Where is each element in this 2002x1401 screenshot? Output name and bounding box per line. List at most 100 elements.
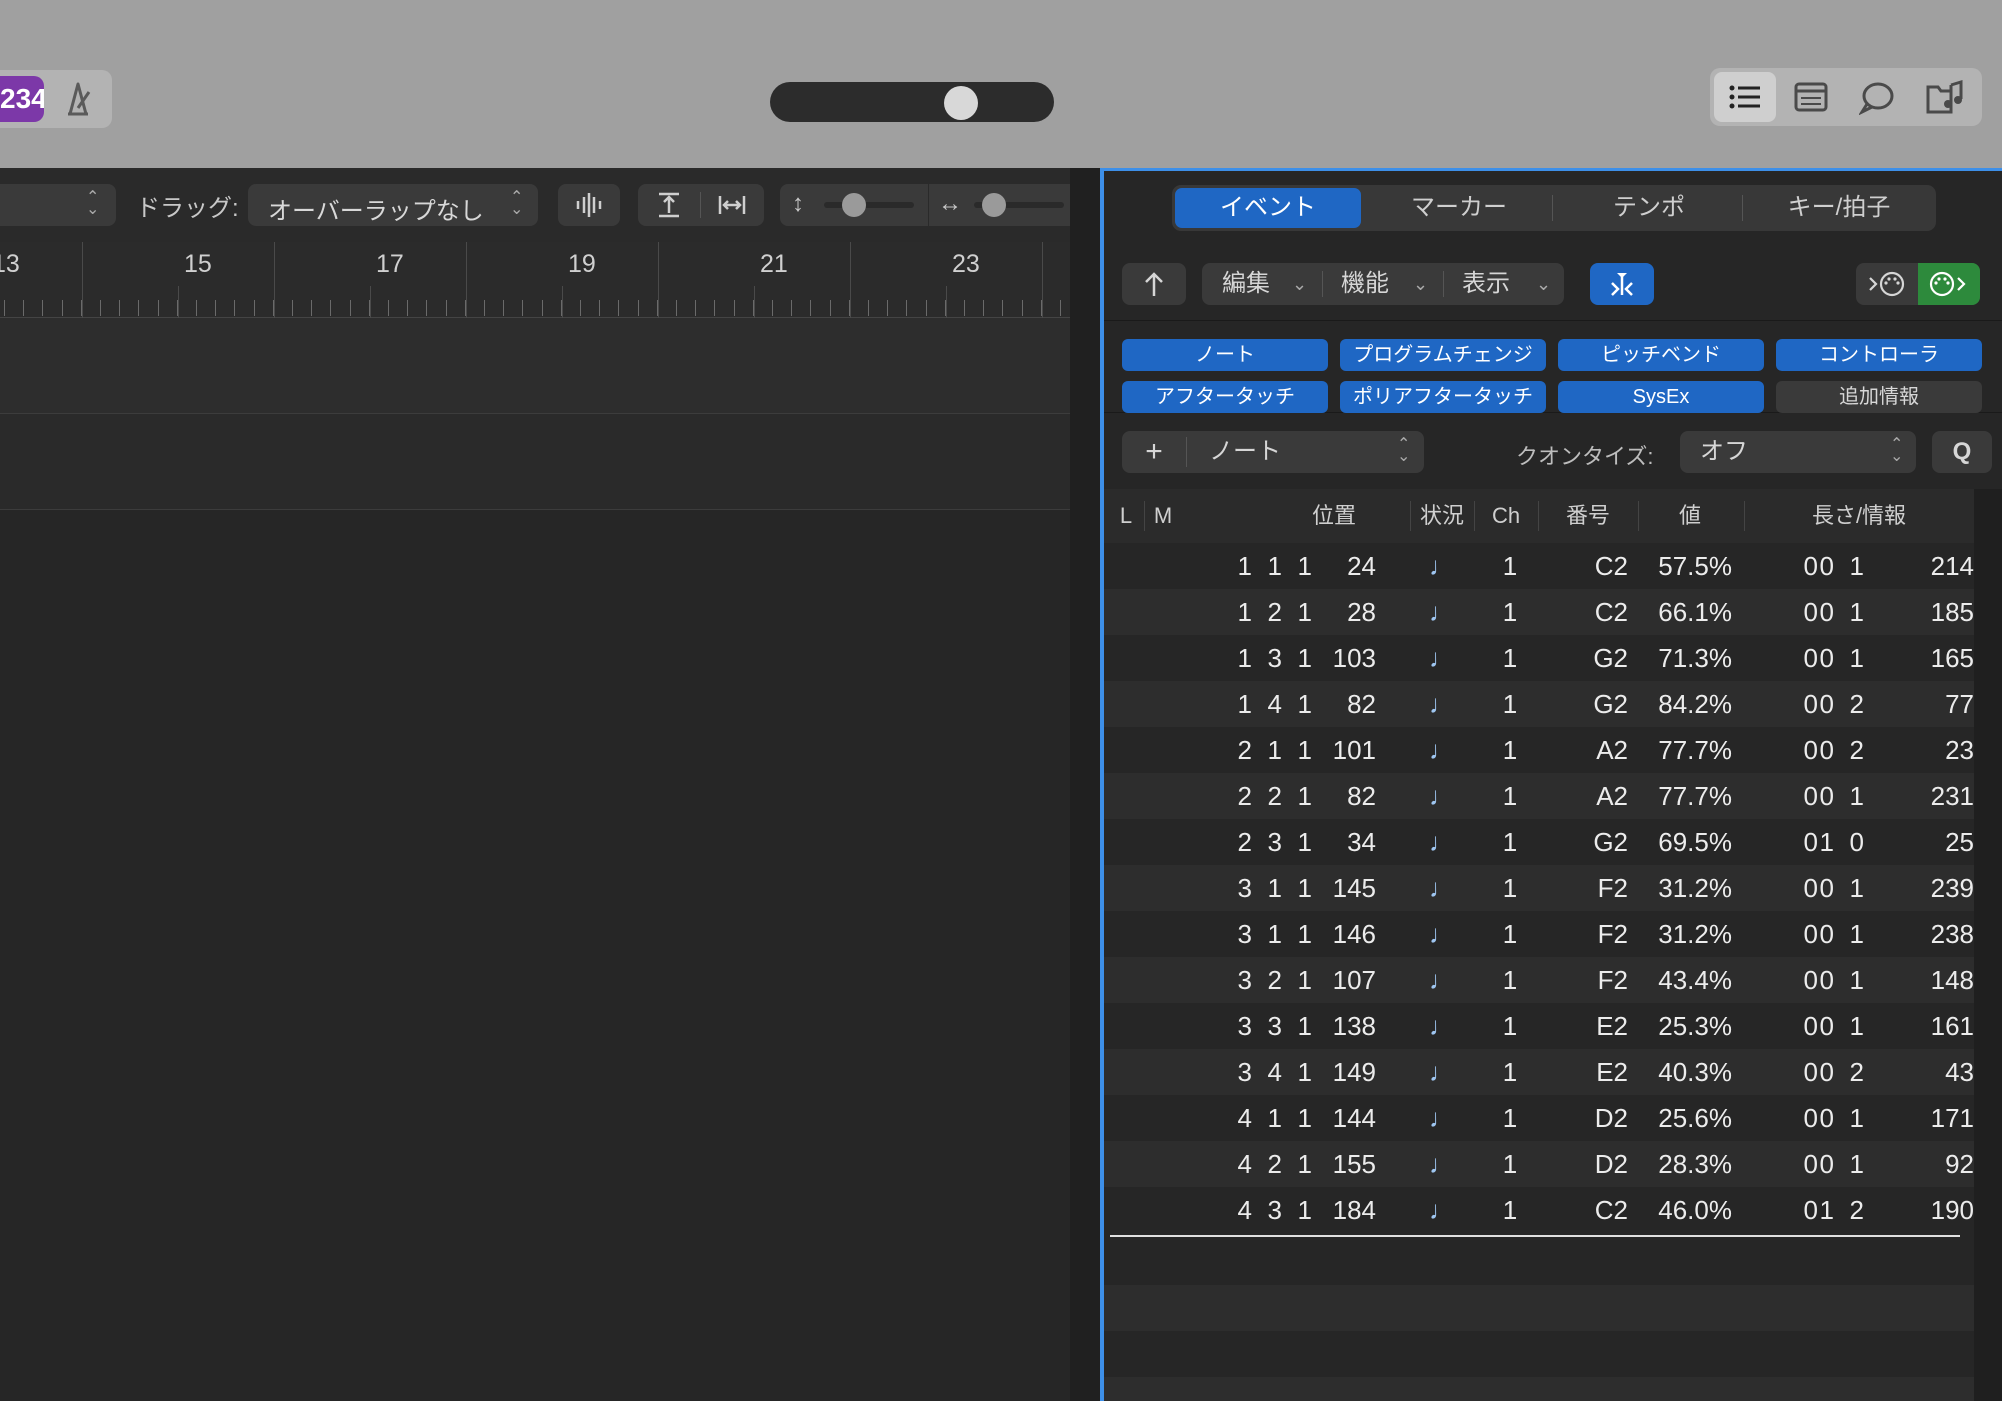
filter-additional-info[interactable]: 追加情報 bbox=[1776, 381, 1982, 413]
edit-mode-popup[interactable]: ⌃ ⌄ bbox=[0, 184, 116, 226]
table-row[interactable]: 1 1 1 24 ♩ 1 C2 57.5% 0 0 1 214 bbox=[1104, 543, 1974, 589]
edit-menu[interactable]: 編集 ⌄ bbox=[1202, 263, 1322, 305]
horizontal-zoom-knob[interactable] bbox=[982, 193, 1006, 217]
ruler-tick bbox=[388, 300, 389, 316]
table-row[interactable]: 4 3 1 184 ♩ 1 C2 46.0% 0 1 2 190 bbox=[1104, 1187, 1974, 1233]
col-length-info[interactable]: 長さ/情報 bbox=[1746, 489, 1972, 543]
length-bar: 0 bbox=[1803, 551, 1818, 581]
length-tick: 92 bbox=[1945, 1149, 1974, 1179]
midi-out-button[interactable] bbox=[1918, 263, 1980, 305]
position-beat: 1 bbox=[1267, 873, 1282, 903]
pitch-cell: C2 bbox=[1594, 597, 1628, 627]
filter-sysex[interactable]: SysEx bbox=[1558, 381, 1764, 413]
ruler-tick bbox=[445, 300, 447, 316]
note-status-icon: ♩ bbox=[1429, 1057, 1455, 1087]
add-event-button[interactable]: + bbox=[1122, 431, 1186, 473]
view-menu-label: 表示 bbox=[1462, 270, 1510, 297]
master-volume-slider[interactable] bbox=[770, 82, 1054, 122]
note-status-icon: ♩ bbox=[1429, 1103, 1455, 1133]
pitch-cell: E2 bbox=[1596, 1011, 1628, 1041]
length-beat: 0 bbox=[1819, 965, 1834, 995]
track-lane[interactable] bbox=[0, 414, 1070, 510]
table-row[interactable]: 3 3 1 138 ♩ 1 E2 25.3% 0 0 1 161 bbox=[1104, 1003, 1974, 1049]
table-row[interactable]: 2 2 1 82 ♩ 1 A2 77.7% 0 0 1 231 bbox=[1104, 773, 1974, 819]
vertical-fit-icon[interactable] bbox=[656, 192, 682, 218]
view-menu[interactable]: 表示 ⌄ bbox=[1444, 263, 1564, 305]
waveform-zoom-button[interactable] bbox=[558, 184, 620, 226]
table-row[interactable]: 3 1 1 146 ♩ 1 F2 31.2% 0 0 1 238 bbox=[1104, 911, 1974, 957]
col-channel[interactable]: Ch bbox=[1476, 489, 1536, 543]
catch-playhead-button[interactable] bbox=[1590, 263, 1654, 305]
filter-program-change[interactable]: プログラムチェンジ bbox=[1340, 339, 1546, 371]
list-editor-button[interactable] bbox=[1714, 72, 1776, 122]
timeline-ruler[interactable]: 13 15 17 19 21 23 bbox=[0, 242, 1331, 510]
metronome-icon[interactable] bbox=[56, 78, 100, 120]
table-row[interactable]: 1 2 1 28 ♩ 1 C2 66.1% 0 0 1 185 bbox=[1104, 589, 1974, 635]
col-l[interactable]: L bbox=[1112, 489, 1140, 543]
hierarchy-up-button[interactable] bbox=[1122, 263, 1186, 305]
ruler-tick bbox=[196, 300, 197, 316]
col-status[interactable]: 状況 bbox=[1412, 489, 1472, 543]
tab-events[interactable]: イベント bbox=[1175, 188, 1361, 228]
position-bar: 3 bbox=[1237, 873, 1252, 903]
note-pad-button[interactable] bbox=[1780, 72, 1842, 122]
quantize-button[interactable]: Q bbox=[1932, 431, 1992, 473]
table-row[interactable]: 2 3 1 34 ♩ 1 G2 69.5% 0 1 0 25 bbox=[1104, 819, 1974, 865]
col-number[interactable]: 番号 bbox=[1540, 489, 1636, 543]
master-volume-knob[interactable] bbox=[944, 86, 978, 120]
filter-poly-aftertouch[interactable]: ポリアフタータッチ bbox=[1340, 381, 1546, 413]
track-lane[interactable] bbox=[0, 318, 1070, 414]
note-status-icon: ♩ bbox=[1429, 965, 1455, 995]
position-division: 1 bbox=[1297, 1011, 1312, 1041]
horizontal-zoom-slider[interactable] bbox=[974, 193, 1064, 217]
table-row[interactable]: 4 1 1 144 ♩ 1 D2 25.6% 0 0 1 171 bbox=[1104, 1095, 1974, 1141]
drag-mode-popup[interactable]: オーバーラップなし ⌃ ⌄ bbox=[248, 184, 538, 226]
filter-pitch-bend[interactable]: ピッチベンド bbox=[1558, 339, 1764, 371]
length-beat: 0 bbox=[1819, 551, 1834, 581]
length-bar: 0 bbox=[1803, 1103, 1818, 1133]
midi-in-icon bbox=[1869, 271, 1905, 297]
lcd-display[interactable]: 234 bbox=[0, 76, 44, 122]
browser-button[interactable] bbox=[1912, 72, 1974, 122]
table-row[interactable]: 1 3 1 103 ♩ 1 G2 71.3% 0 0 1 165 bbox=[1104, 635, 1974, 681]
col-divider bbox=[1474, 501, 1475, 531]
position-beat: 2 bbox=[1267, 1149, 1282, 1179]
table-row[interactable]: 1 4 1 82 ♩ 1 G2 84.2% 0 0 2 77 bbox=[1104, 681, 1974, 727]
filter-controller[interactable]: コントローラ bbox=[1776, 339, 1982, 371]
table-row[interactable]: 3 1 1 145 ♩ 1 F2 31.2% 0 0 1 239 bbox=[1104, 865, 1974, 911]
note-status-icon: ♩ bbox=[1429, 781, 1455, 811]
col-m[interactable]: M bbox=[1146, 489, 1180, 543]
col-value[interactable]: 値 bbox=[1640, 489, 1740, 543]
functions-menu[interactable]: 機能 ⌄ bbox=[1323, 263, 1443, 305]
ruler-band[interactable] bbox=[0, 242, 1070, 318]
ruler-tick bbox=[637, 300, 639, 316]
ruler-tick bbox=[848, 300, 850, 316]
col-position[interactable]: 位置 bbox=[1264, 489, 1404, 543]
ruler-tick bbox=[484, 300, 485, 316]
tab-tempo[interactable]: テンポ bbox=[1556, 188, 1742, 228]
tracks-scrollbar[interactable] bbox=[1070, 168, 1100, 1401]
table-row[interactable]: 4 2 1 155 ♩ 1 D2 28.3% 0 0 1 92 bbox=[1104, 1141, 1974, 1187]
midi-in-button[interactable] bbox=[1856, 263, 1918, 305]
loop-browser-button[interactable] bbox=[1846, 72, 1908, 122]
event-list-scrollbar[interactable] bbox=[1974, 489, 2002, 1401]
vertical-zoom-knob[interactable] bbox=[842, 193, 866, 217]
length-division: 1 bbox=[1849, 919, 1864, 949]
functions-menu-label: 機能 bbox=[1341, 270, 1389, 297]
filter-aftertouch[interactable]: アフタータッチ bbox=[1122, 381, 1328, 413]
table-row[interactable]: 2 1 1 101 ♩ 1 A2 77.7% 0 0 2 23 bbox=[1104, 727, 1974, 773]
quantize-popup[interactable]: オフ ⌃ ⌄ bbox=[1680, 431, 1916, 473]
empty-row bbox=[1104, 1239, 1974, 1285]
filter-notes[interactable]: ノート bbox=[1122, 339, 1328, 371]
position-division: 1 bbox=[1297, 735, 1312, 765]
tab-markers[interactable]: マーカー bbox=[1366, 188, 1552, 228]
divider bbox=[928, 184, 929, 226]
ruler-tick bbox=[407, 300, 409, 316]
vertical-zoom-slider[interactable] bbox=[824, 193, 914, 217]
horizontal-fit-icon[interactable] bbox=[718, 192, 746, 218]
length-bar: 0 bbox=[1803, 1057, 1818, 1087]
table-row[interactable]: 3 4 1 149 ♩ 1 E2 40.3% 0 0 2 43 bbox=[1104, 1049, 1974, 1095]
event-type-popup[interactable]: ノート ⌃ ⌄ bbox=[1187, 431, 1424, 473]
tab-key-signature[interactable]: キー/拍子 bbox=[1746, 188, 1932, 228]
table-row[interactable]: 3 2 1 107 ♩ 1 F2 43.4% 0 0 1 148 bbox=[1104, 957, 1974, 1003]
